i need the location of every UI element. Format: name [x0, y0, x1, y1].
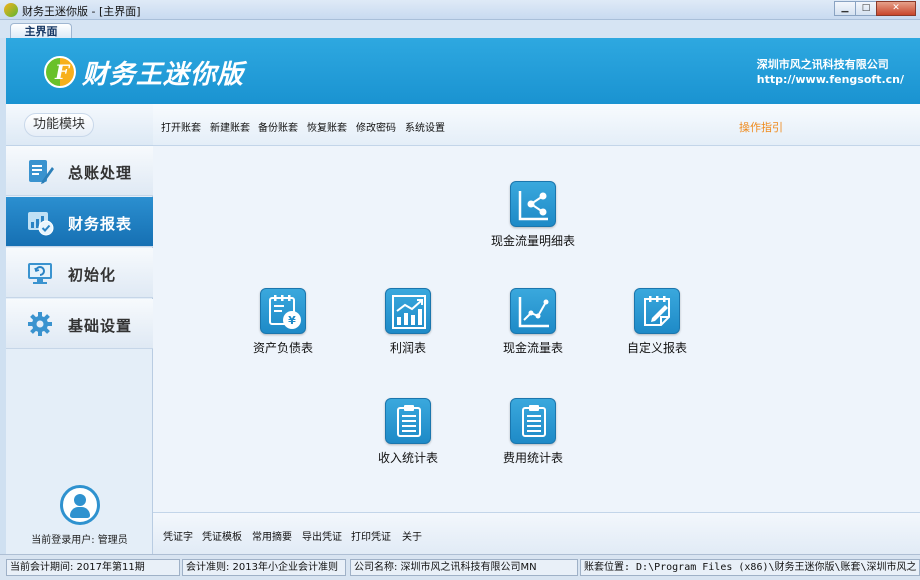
gear-icon [26, 310, 54, 338]
change-password-button[interactable]: 修改密码 [356, 119, 396, 134]
voucher-type-button[interactable]: 凭证字 [163, 528, 193, 543]
backup-ledger-button[interactable]: 备份账套 [258, 119, 298, 134]
minimize-button[interactable]: ▁ [834, 1, 856, 16]
current-user-label: 当前登录用户: 管理员 [31, 535, 128, 546]
main-panel: 打开账套 新建账套 备份账套 恢复账套 修改密码 系统设置 操作指引 现金流量明… [153, 104, 920, 554]
top-toolbar: 打开账套 新建账套 备份账套 恢复账套 修改密码 系统设置 操作指引 [153, 104, 920, 146]
share-graph-icon [510, 181, 556, 227]
title-bar: 财务王迷你版 - [主界面] ▁ □ ✕ [0, 0, 920, 20]
balance-sheet-tile[interactable]: ¥ 资产负债表 [233, 288, 333, 356]
status-company: 公司名称: 深圳市风之讯科技有限公司MN [350, 559, 578, 576]
sidebar-item-label: 财务报表 [68, 215, 133, 233]
sidebar-item-label: 总账处理 [68, 164, 133, 182]
company-info: 深圳市风之讯科技有限公司 http://www.fengsoft.cn/ [757, 57, 904, 87]
clipboard-icon [385, 398, 431, 444]
sidebar-header: 功能模块 [6, 104, 153, 146]
ledger-edit-icon [26, 157, 54, 185]
tile-label: 收入统计表 [377, 451, 438, 465]
clipboard-icon [510, 398, 556, 444]
print-voucher-button[interactable]: 打印凭证 [351, 528, 391, 543]
status-ledger-location: 账套位置: D:\Program Files (x86)\财务王迷你版\账套\深… [580, 559, 920, 576]
common-summary-button[interactable]: 常用摘要 [252, 528, 292, 543]
bar-chart-icon [385, 288, 431, 334]
app-icon [4, 3, 18, 17]
window-title: 财务王迷你版 - [主界面] [22, 5, 141, 18]
sidebar-item-init[interactable]: 初始化 [6, 248, 153, 298]
sidebar-item-reports[interactable]: 财务报表 [6, 197, 153, 247]
tile-label: 现金流量明细表 [490, 234, 575, 248]
sidebar-item-label: 初始化 [68, 266, 117, 284]
sidebar: 功能模块 总账处理 财务报表 初始化 基础设置 当前登录用户: 管理员 [6, 104, 153, 554]
income-stats-tile[interactable]: 收入统计表 [358, 398, 458, 466]
company-url: http://www.fengsoft.cn/ [756, 73, 904, 86]
monitor-refresh-icon [26, 259, 54, 287]
user-avatar-icon [60, 485, 100, 525]
cashflow-tile[interactable]: 现金流量表 [483, 288, 583, 356]
open-ledger-button[interactable]: 打开账套 [161, 119, 201, 134]
voucher-template-button[interactable]: 凭证模板 [202, 528, 242, 543]
tab-strip: 主界面 [0, 20, 920, 39]
sidebar-item-ledger[interactable]: 总账处理 [6, 146, 153, 196]
status-accounting-standard: 会计准则: 2013年小企业会计准则 [182, 559, 346, 576]
line-chart-icon [510, 288, 556, 334]
tile-label: 费用统计表 [502, 451, 563, 465]
status-bar: 当前会计期间: 2017年第11期 会计准则: 2013年小企业会计准则 公司名… [0, 554, 920, 580]
expense-stats-tile[interactable]: 费用统计表 [483, 398, 583, 466]
brand-title: 财务王迷你版 [82, 60, 245, 90]
tile-label: 现金流量表 [502, 341, 563, 355]
header-banner: F 财务王迷你版 深圳市风之讯科技有限公司 http://www.fengsof… [6, 38, 920, 104]
svg-text:¥: ¥ [288, 314, 296, 327]
report-grid: 现金流量明细表 ¥ 资产负债表 利润表 现金流量表 自定义报表 收入统计表 费用… [153, 146, 920, 512]
sidebar-item-label: 基础设置 [68, 317, 133, 335]
tile-label: 自定义报表 [626, 341, 687, 355]
tile-label: 资产负债表 [252, 341, 313, 355]
logo-icon: F [44, 56, 76, 88]
tile-label: 利润表 [389, 341, 426, 355]
custom-report-tile[interactable]: 自定义报表 [607, 288, 707, 356]
operation-guide-link[interactable]: 操作指引 [739, 119, 783, 135]
tab-main[interactable]: 主界面 [10, 23, 72, 39]
status-period: 当前会计期间: 2017年第11期 [6, 559, 180, 576]
cashflow-detail-tile[interactable]: 现金流量明细表 [483, 181, 583, 249]
notepad-edit-icon [634, 288, 680, 334]
new-ledger-button[interactable]: 新建账套 [210, 119, 250, 134]
about-button[interactable]: 关于 [402, 528, 422, 543]
profit-tile[interactable]: 利润表 [358, 288, 458, 356]
sidebar-item-settings[interactable]: 基础设置 [6, 299, 153, 349]
sidebar-title: 功能模块 [24, 113, 94, 137]
maximize-button[interactable]: □ [855, 1, 877, 16]
close-button[interactable]: ✕ [876, 1, 916, 16]
company-name: 深圳市风之讯科技有限公司 [756, 58, 889, 71]
report-chart-icon [26, 208, 54, 236]
system-settings-button[interactable]: 系统设置 [405, 119, 445, 134]
restore-ledger-button[interactable]: 恢复账套 [307, 119, 347, 134]
export-voucher-button[interactable]: 导出凭证 [302, 528, 342, 543]
window-controls: ▁ □ ✕ [834, 1, 916, 17]
yen-calendar-icon: ¥ [260, 288, 306, 334]
bottom-toolbar: 凭证字 凭证模板 常用摘要 导出凭证 打印凭证 关于 [153, 512, 920, 554]
